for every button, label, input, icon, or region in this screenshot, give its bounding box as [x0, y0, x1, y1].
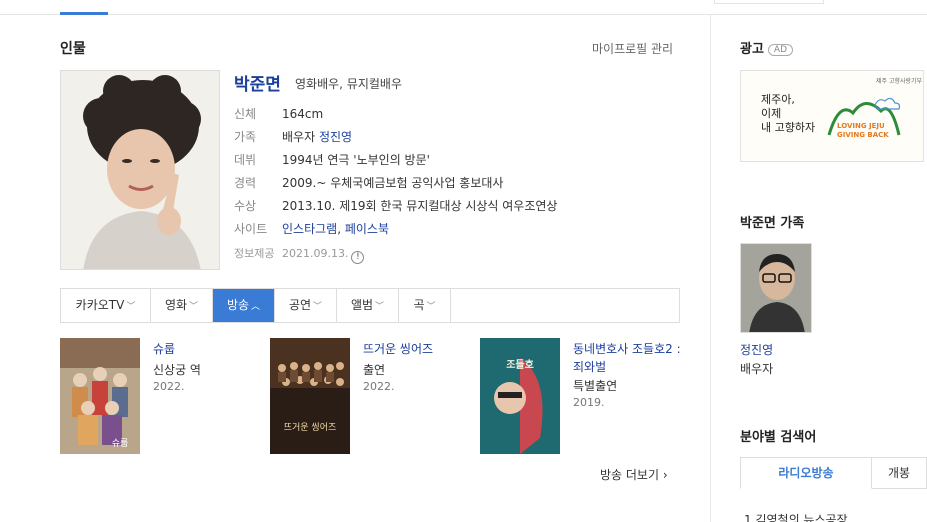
person-name: 박준면: [234, 75, 281, 95]
ad-title-text: 광고: [740, 42, 764, 57]
tab-label: 방송: [226, 298, 250, 312]
profile-photo[interactable]: [60, 70, 220, 270]
info-source-label: 정보제공: [234, 247, 275, 260]
field-tabs: 라디오방송 개봉: [740, 457, 927, 489]
work-role: 특별출연: [573, 379, 618, 393]
work-item: 조들호 동네변호사 조들호2 : 죄와벌 특별출연 2019.: [480, 338, 681, 454]
top-divider: [0, 14, 927, 15]
family-photo-illustration: [741, 244, 811, 332]
work-year: 2022.: [153, 380, 185, 393]
info-label: 신체: [234, 107, 257, 121]
info-row-source: 정보제공 2021.09.13.!: [234, 245, 365, 264]
work-title-link[interactable]: 동네변호사 조들호2 : 죄와벌: [573, 340, 688, 376]
my-profile-manage-link[interactable]: 마이프로필 관리: [592, 40, 673, 57]
poster-title: 뜨거운 씽어즈: [284, 422, 337, 433]
ad-brand: 제주 고향사랑기부: [876, 78, 923, 85]
info-label: 경력: [234, 176, 257, 190]
ad-banner[interactable]: 제주아, 이제 내 고향하자 제주 고향사랑기부 LOVING JEJU GIV…: [740, 70, 924, 162]
info-source-date: 2021.09.13.: [282, 247, 349, 260]
poster-illustration: 뜨거운 씽어즈: [270, 338, 350, 454]
work-title-link[interactable]: 뜨거운 씽어즈: [363, 340, 478, 358]
spouse-link[interactable]: 정진영: [319, 130, 352, 144]
tab-label: 카카오TV: [75, 298, 125, 312]
chevron-up-icon: ︿: [251, 302, 261, 312]
profile-photo-illustration: [61, 71, 219, 269]
work-poster[interactable]: 뜨거운 씽어즈: [270, 338, 350, 454]
chevron-down-icon: ﹀: [189, 302, 199, 312]
ad-line: 제주아,: [761, 93, 795, 106]
work-item: 뜨거운 씽어즈 뜨거운 씽어즈 출연 2022.: [270, 338, 470, 454]
tab-radio[interactable]: 라디오방송: [740, 457, 872, 489]
info-row-award: 수상 2013.10. 제19회 한국 뮤지컬대상 시상식 여우조연상: [234, 198, 557, 214]
tab-label: 공연: [288, 298, 312, 312]
person-role: 영화배우, 뮤지컬배우: [295, 77, 402, 91]
family-photo[interactable]: [740, 243, 812, 333]
filmography-tabs: 카카오TV ﹀ 영화 ﹀ 방송 ︿ 공연 ﹀ 앨범 ﹀ 곡 ﹀: [60, 288, 680, 323]
info-row-family: 가족 배우자 정진영: [234, 129, 352, 145]
family-member-name[interactable]: 정진영: [740, 341, 773, 358]
tab-broadcast[interactable]: 방송 ︿: [213, 289, 275, 322]
info-label: 가족: [234, 130, 257, 144]
tab-movie[interactable]: 영화 ﹀: [151, 289, 213, 322]
tab-label: 앨범: [350, 298, 374, 312]
tab-release[interactable]: 개봉: [872, 457, 927, 489]
work-role: 출연: [363, 363, 386, 377]
info-value: 2013.10. 제19회 한국 뮤지컬대상 시상식 여우조연상: [282, 199, 558, 213]
section-title: 인물: [60, 41, 86, 57]
work-item: 슈룹 슈룹 신상궁 역 2022.: [60, 338, 260, 454]
ad-line: 이제: [761, 107, 782, 120]
chevron-down-icon: ﹀: [375, 302, 385, 312]
ad-title: 광고 AD: [740, 38, 794, 57]
ad-badge: AD: [767, 44, 794, 56]
alert-icon[interactable]: !: [351, 251, 365, 264]
chevron-down-icon: ﹀: [426, 302, 436, 312]
ad-logo-text: LOVING JEJU GIVING BACK: [837, 122, 889, 140]
tab-label: 곡: [413, 298, 425, 312]
work-poster[interactable]: 조들호: [480, 338, 560, 454]
info-label: 사이트: [234, 222, 268, 236]
work-year: 2022.: [363, 380, 395, 393]
work-title-link[interactable]: 슈룹: [153, 340, 268, 358]
info-label: 수상: [234, 199, 257, 213]
poster-title: 슈룹: [112, 438, 129, 449]
tab-label: 영화: [164, 298, 188, 312]
info-value: 2009.~ 우체국예금보험 공익사업 홍보대사: [282, 176, 504, 190]
info-row-debut: 데뷔 1994년 연극 '노부인의 방문': [234, 152, 430, 168]
ad-line: 내 고향하자: [761, 121, 816, 134]
broadcast-more-link[interactable]: 방송 더보기 ›: [600, 466, 668, 483]
tab-kakaotv[interactable]: 카카오TV ﹀: [61, 289, 151, 322]
info-label: 데뷔: [234, 153, 257, 167]
poster-illustration: 슈룹: [60, 338, 140, 454]
info-row-site: 사이트 인스타그램, 페이스북: [234, 221, 389, 237]
poster-illustration: 조들호: [480, 338, 560, 454]
info-value: 1994년 연극 '노부인의 방문': [282, 153, 430, 167]
chevron-down-icon: ﹀: [313, 302, 323, 312]
work-year: 2019.: [573, 396, 605, 409]
ad-logo-line: LOVING JEJU: [837, 122, 885, 130]
work-poster[interactable]: 슈룹: [60, 338, 140, 454]
poster-title: 조들호: [506, 358, 534, 371]
field-search-title: 분야별 검색어: [740, 430, 817, 445]
rank-item[interactable]: 1 김영철의 뉴스공장: [744, 511, 848, 522]
work-role: 신상궁 역: [153, 363, 201, 377]
facebook-link[interactable]: 페이스북: [345, 222, 389, 236]
info-row-height: 신체 164cm: [234, 106, 323, 122]
instagram-link[interactable]: 인스타그램: [282, 222, 337, 236]
top-right-box: [714, 0, 824, 4]
tab-album[interactable]: 앨범 ﹀: [337, 289, 399, 322]
family-title: 박준면 가족: [740, 216, 805, 231]
ad-copy: 제주아, 이제 내 고향하자: [761, 93, 815, 135]
info-value: 배우자: [282, 130, 319, 144]
tab-song[interactable]: 곡 ﹀: [399, 289, 451, 322]
tab-performance[interactable]: 공연 ﹀: [275, 289, 337, 322]
info-value: 164cm: [282, 107, 324, 121]
column-divider: [710, 15, 711, 522]
chevron-down-icon: ﹀: [126, 302, 136, 312]
info-row-career: 경력 2009.~ 우체국예금보험 공익사업 홍보대사: [234, 175, 503, 191]
info-separator: ,: [337, 222, 345, 236]
family-member-role: 배우자: [740, 362, 774, 376]
ad-logo-line: GIVING BACK: [837, 131, 889, 139]
selected-tab-indicator: [60, 12, 108, 15]
